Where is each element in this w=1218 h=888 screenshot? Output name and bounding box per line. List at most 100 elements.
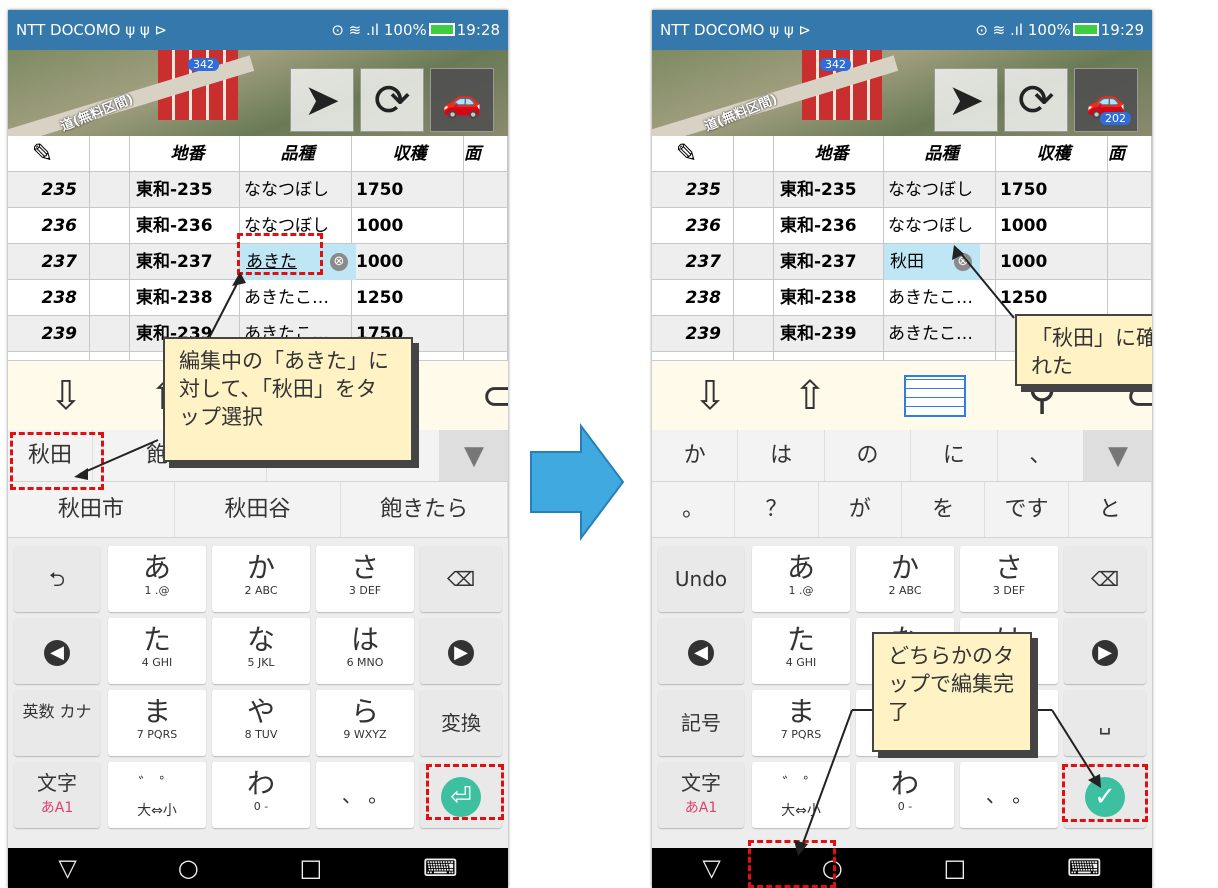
key-punct[interactable]: 、 。 [316,762,414,828]
cell[interactable] [464,208,508,244]
key-a[interactable]: あ1 .@ [108,546,206,612]
back-icon[interactable]: ▽ [702,848,720,888]
sync-button[interactable]: ⟳ [360,68,424,132]
candidate[interactable]: 。 [652,482,736,537]
vehicle-button[interactable]: 🚗 [430,68,494,132]
cell-lot[interactable]: 東和-239 [774,316,884,352]
cell-lot[interactable]: 東和-237 [130,244,240,280]
cursor-right-key[interactable]: ▶ [420,618,502,684]
key-punct[interactable]: 、 。 [960,762,1058,828]
candidate[interactable]: 、 [998,430,1085,481]
candidate[interactable]: ？ [735,482,819,537]
key-dakuten[interactable]: ゛ ゜大⇔小 [752,762,850,828]
cell-lot[interactable]: 東和-237 [774,244,884,280]
cursor-left-key[interactable]: ◀ [14,618,100,684]
cell-yield[interactable]: 1000 [996,208,1108,244]
clear-icon[interactable]: ⊗ [330,253,348,271]
header-lot[interactable]: 地番 [130,136,240,172]
sync-button[interactable]: ⟳ [1004,68,1068,132]
cell-lot[interactable]: 東和-236 [130,208,240,244]
keyboard-icon[interactable]: ⌨ [1067,848,1102,888]
cell-variety[interactable]: あきたこ… [884,316,996,352]
input-mode-key[interactable]: 文字 あA1 [658,762,744,828]
cell-yield[interactable]: 1250 [352,280,464,316]
navigate-button[interactable]: ➤ [290,68,354,132]
table-row[interactable]: 235 東和-235 ななつぼし 1750 [8,172,508,208]
table-row[interactable]: 237 東和-237 1000 秋田 ⊗ [652,244,1152,280]
map-view[interactable]: 道(無料区間) 342 ➤ ⟳ 🚗 [8,50,508,136]
key-dakuten[interactable]: ゛ ゜大⇔小 [108,762,206,828]
cell-variety[interactable]: ななつぼし [884,208,996,244]
edit-note-icon[interactable]: ✎ [652,136,734,172]
cell-lot[interactable]: 東和-236 [774,208,884,244]
key-ka[interactable]: か2 ABC [212,546,310,612]
variety-edit-field[interactable]: 秋田 ⊗ [884,244,980,280]
cursor-left-key[interactable]: ◀ [658,618,744,684]
candidate[interactable]: の [825,430,912,481]
cell-yield[interactable]: 1750 [352,172,464,208]
cell-yield[interactable]: 1250 [996,280,1108,316]
cloud-download-icon[interactable]: ⇩ [36,361,96,431]
undo-key[interactable]: ⮌ [14,546,100,612]
header-variety[interactable]: 品種 [884,136,996,172]
cell-yield[interactable]: 1000 [352,208,464,244]
candidate[interactable]: と [1069,482,1152,537]
expand-candidates-icon[interactable]: ▼ [1084,430,1152,481]
header-yield[interactable]: 収穫 [352,136,464,172]
cell[interactable] [464,244,508,280]
expand-candidates-icon[interactable]: ▼ [440,430,508,481]
cell-variety[interactable]: あきたこ… [240,280,352,316]
table-row[interactable]: 238 東和-238 あきたこ… 1250 [8,280,508,316]
backspace-key[interactable]: ⌫ [1064,546,1146,612]
convert-key[interactable]: 変換 [420,690,502,756]
table-row[interactable]: 236 東和-236 ななつぼし 1000 [652,208,1152,244]
key-ra[interactable]: ら9 WXYZ [316,690,414,756]
key-ta[interactable]: た4 GHI [752,618,850,684]
table-row[interactable]: 238 東和-238 あきたこ… 1250 [652,280,1152,316]
cell-yield[interactable]: 1750 [996,172,1108,208]
cell[interactable] [1108,172,1152,208]
candidate[interactable]: 秋田市 [8,482,175,537]
key-ta[interactable]: た4 GHI [108,618,206,684]
home-icon[interactable]: ○ [178,848,199,888]
candidate[interactable]: 秋田谷 [175,482,342,537]
key-a[interactable]: あ1 .@ [752,546,850,612]
cell-lot[interactable]: 東和-238 [130,280,240,316]
cloud-upload-icon[interactable]: ⇧ [780,361,840,431]
key-sa[interactable]: さ3 DEF [316,546,414,612]
cell-lot[interactable]: 東和-235 [130,172,240,208]
candidate[interactable]: は [738,430,825,481]
candidate[interactable]: か [652,430,739,481]
symbol-key[interactable]: 記号 [658,690,744,756]
undo-key[interactable]: Undo [658,546,744,612]
candidate[interactable]: を [902,482,986,537]
edit-note-icon[interactable]: ✎ [8,136,90,172]
key-ya[interactable]: や8 TUV [212,690,310,756]
header-variety[interactable]: 品種 [240,136,352,172]
key-ka[interactable]: か2 ABC [856,546,954,612]
header-area[interactable]: 面 [464,136,508,172]
cell-variety[interactable]: ななつぼし [240,172,352,208]
cell-variety[interactable]: ななつぼし [884,172,996,208]
cursor-right-key[interactable]: ▶ [1064,618,1146,684]
keyboard-icon[interactable]: ⌨ [423,848,458,888]
clear-icon[interactable]: ⊗ [954,253,972,271]
cell[interactable] [1108,244,1152,280]
header-area[interactable]: 面 [1108,136,1152,172]
toolbar-edge-icon[interactable]: ⊂ [468,361,508,431]
key-ma[interactable]: ま7 PQRS [108,690,206,756]
candidate[interactable]: です [985,482,1069,537]
key-wa[interactable]: わ0 - [856,762,954,828]
cell[interactable] [1108,280,1152,316]
key-na[interactable]: な5 JKL [212,618,310,684]
cell[interactable] [464,316,508,352]
cell[interactable] [464,172,508,208]
table-view-icon[interactable] [904,375,966,417]
back-icon[interactable]: ▽ [58,848,76,888]
header-yield[interactable]: 収穫 [996,136,1108,172]
space-key[interactable]: ␣ [1064,690,1146,756]
cell-lot[interactable]: 東和-235 [774,172,884,208]
input-mode-key[interactable]: 文字 あA1 [14,762,100,828]
candidate[interactable]: が [819,482,902,537]
header-lot[interactable]: 地番 [774,136,884,172]
